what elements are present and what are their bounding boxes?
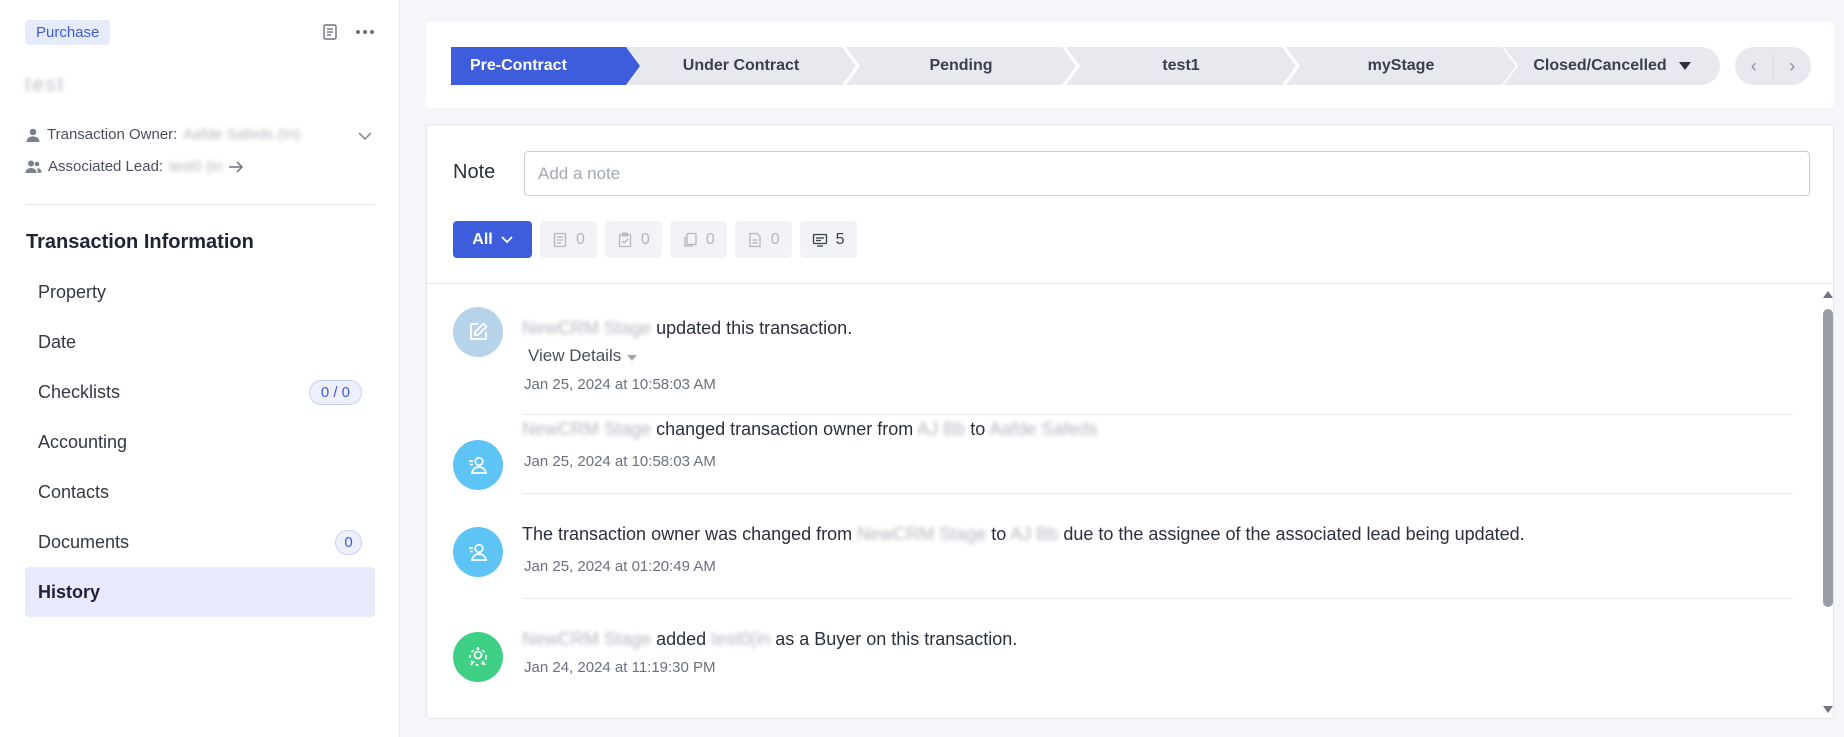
sidebar-item-label: History (38, 581, 101, 602)
checklist-icon (618, 231, 632, 247)
filter-documents-count: 0 (705, 230, 715, 248)
feed-scrollbar[interactable] (1820, 287, 1833, 717)
stage-pre-contract[interactable]: Pre-Contract (451, 47, 641, 85)
action-text: added (656, 629, 707, 649)
to-word: to (970, 419, 986, 439)
file-icon (749, 232, 761, 247)
sidebar-item-history[interactable]: History (25, 567, 375, 617)
sidebar-item-label: Documents (38, 531, 130, 552)
scrollbar-thumb[interactable] (1823, 309, 1833, 607)
timestamp: Jan 24, 2024 at 11:19:30 PM (524, 659, 716, 676)
timestamp: Jan 25, 2024 at 10:58:03 AM (524, 453, 716, 470)
new-owner[interactable]: Aafde Safeds (989, 419, 1097, 439)
more-options-icon[interactable] (353, 20, 377, 44)
timestamp: Jan 25, 2024 at 01:20:49 AM (524, 558, 716, 575)
user-icon (26, 128, 40, 142)
owner-dropdown-chevron-icon[interactable] (358, 128, 372, 146)
copy-document-icon (684, 232, 697, 247)
chevron-left-icon[interactable]: ‹ (1735, 47, 1773, 85)
filter-notes[interactable]: 0 (540, 221, 597, 258)
entry-divider (523, 598, 1793, 599)
sidebar: Purchase test Transaction Owner: Aafde S… (0, 0, 400, 737)
history-entry-text: NewCRM Stage added test0(in as a Buyer o… (522, 629, 1017, 650)
prefix-text: The transaction owner was changed from (522, 524, 853, 544)
sidebar-item-label: Checklists (38, 381, 121, 402)
entry-divider (523, 493, 1793, 494)
owner-label: Transaction Owner: (47, 126, 178, 143)
stage-progress-bar: Pre-Contract Under Contract Pending test… (426, 22, 1834, 108)
stage-pending[interactable]: Pending (846, 47, 1076, 85)
added-contact[interactable]: test0(in (711, 629, 770, 649)
monitor-icon (812, 233, 827, 247)
buyer-added-icon (453, 632, 503, 682)
user-change-icon (453, 527, 503, 577)
filter-all-dropdown[interactable]: All (453, 221, 532, 258)
actor-name[interactable]: NewCRM Stage (522, 419, 651, 439)
sidebar-item-label: Contacts (38, 481, 110, 502)
note-icon (553, 232, 567, 247)
history-entry-text: The transaction owner was changed from N… (522, 524, 1525, 545)
stage-nav-arrows: ‹ › (1735, 47, 1811, 85)
sidebar-divider (26, 204, 375, 205)
suffix-text: as a Buyer on this transaction. (775, 629, 1018, 649)
previous-owner[interactable]: AJ Bb (917, 419, 965, 439)
transaction-info-nav: Property Date Checklists 0 / 0 Accountin… (25, 267, 375, 617)
new-owner[interactable]: AJ Bb (1010, 524, 1058, 544)
checklists-count-badge: 0 / 0 (308, 379, 362, 405)
transaction-type-badge: Purchase (25, 20, 111, 45)
chevron-down-icon (501, 235, 513, 243)
sidebar-item-property[interactable]: Property (25, 267, 375, 317)
sidebar-item-label: Property (38, 281, 107, 302)
history-feed-content: NewCRM Stage changed transaction owner f… (427, 284, 1807, 714)
scroll-up-icon[interactable] (1823, 291, 1833, 298)
arrow-right-icon[interactable] (228, 160, 244, 173)
stage-test1[interactable]: test1 (1066, 47, 1296, 85)
filter-notes-count: 0 (576, 230, 585, 248)
sidebar-item-checklists[interactable]: Checklists 0 / 0 (25, 367, 375, 417)
chevron-right-icon[interactable]: › (1774, 47, 1812, 85)
notes-icon[interactable] (318, 20, 342, 44)
owner-value: Aafde Safeds (In) (183, 126, 301, 143)
scroll-down-icon[interactable] (1823, 706, 1833, 713)
stage-my-stage[interactable]: myStage (1286, 47, 1516, 85)
transaction-title: test (25, 74, 66, 96)
filter-documents[interactable]: 0 (669, 221, 727, 258)
history-entry-text: NewCRM Stage changed transaction owner f… (522, 419, 1097, 440)
sidebar-item-documents[interactable]: Documents 0 (25, 517, 375, 567)
lead-value[interactable]: test0 (in (169, 158, 222, 175)
actor-name[interactable]: NewCRM Stage (522, 629, 651, 649)
transaction-owner-row[interactable]: Transaction Owner: Aafde Safeds (In) (25, 126, 300, 143)
history-panel: Note All 0 0 0 0 5 (426, 124, 1834, 719)
associated-lead-row[interactable]: Associated Lead: test0 (in (25, 158, 244, 175)
stage-closed-cancelled-dropdown[interactable]: Closed/Cancelled (1504, 47, 1720, 85)
filter-files[interactable]: 0 (734, 221, 792, 258)
users-icon (25, 160, 42, 173)
documents-count-badge: 0 (335, 529, 362, 555)
sidebar-item-label: Accounting (38, 431, 128, 452)
filter-tasks[interactable]: 0 (604, 221, 662, 258)
filter-activity[interactable]: 5 (799, 221, 857, 258)
sidebar-item-date[interactable]: Date (25, 317, 375, 367)
sidebar-item-accounting[interactable]: Accounting (25, 417, 375, 467)
history-filters: All 0 0 0 0 5 (453, 221, 857, 258)
to-word: to (991, 524, 1007, 544)
filter-all-label: All (472, 230, 493, 248)
previous-owner[interactable]: NewCRM Stage (857, 524, 986, 544)
stage-under-contract[interactable]: Under Contract (626, 47, 856, 85)
lead-label: Associated Lead: (48, 158, 164, 175)
filter-activity-count: 5 (835, 230, 845, 248)
filter-files-count: 0 (770, 230, 780, 248)
sidebar-item-contacts[interactable]: Contacts (25, 467, 375, 517)
section-title: Transaction Information (26, 231, 254, 253)
suffix-text: due to the assignee of the associated le… (1063, 524, 1525, 544)
stage-closed-cancelled-label: Closed/Cancelled (1533, 57, 1667, 74)
sidebar-item-label: Date (38, 331, 77, 352)
note-input[interactable] (524, 151, 1810, 196)
action-text: changed transaction owner from (656, 419, 914, 439)
note-label: Note (453, 161, 496, 183)
filter-tasks-count: 0 (640, 230, 650, 248)
caret-down-icon (1678, 62, 1691, 70)
